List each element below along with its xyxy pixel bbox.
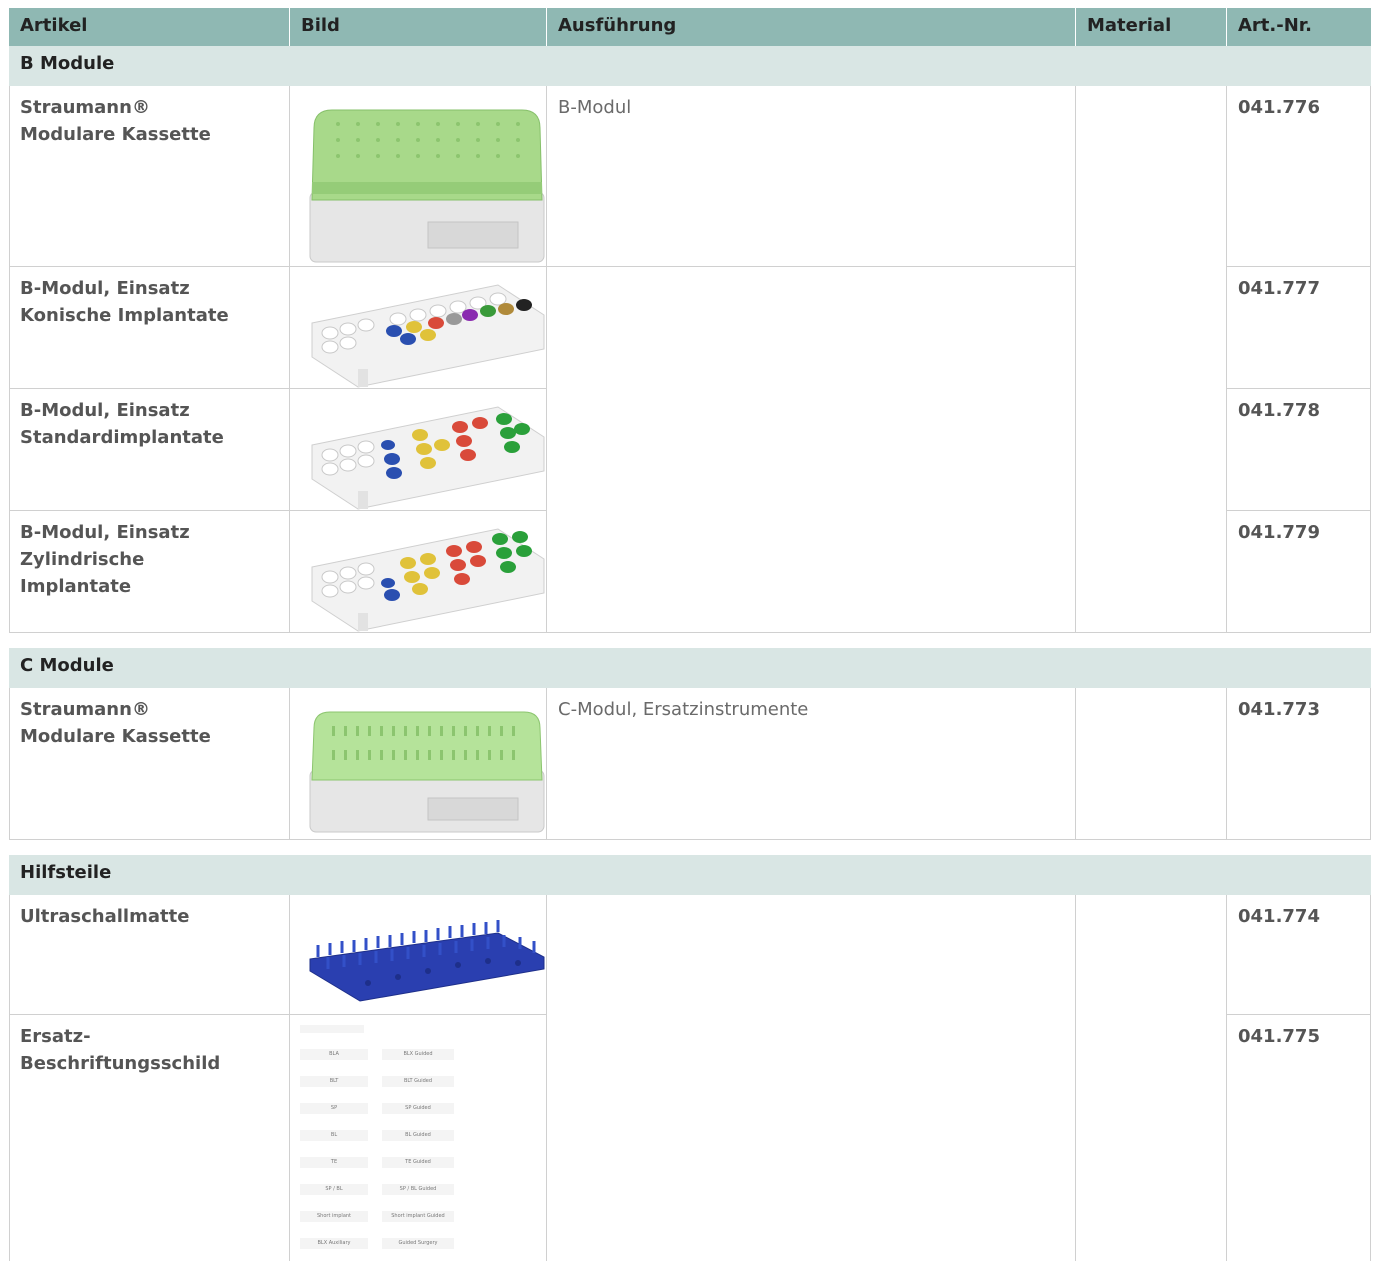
label-tag: BLT Guided: [382, 1076, 454, 1087]
label-tag: Guided Surgery: [382, 1238, 454, 1249]
section-title-b-module: B Module: [9, 46, 1371, 86]
ultrasonic-mat-image: [297, 905, 547, 1011]
table-row: B-Modul, Einsatz Konische Implantate 041…: [9, 267, 1371, 388]
section-title-c-module: C Module: [9, 648, 1371, 688]
label-tag: SP: [300, 1103, 368, 1114]
cassette-b-image: [297, 96, 547, 278]
artnr-cell: 041.779: [1238, 522, 1320, 543]
table-row: Straumann® Modulare Kassette C-Modul, Er…: [9, 688, 1371, 839]
label-sheet-image: BLA BLT SP BL TE SP / BL Short implant B…: [297, 1023, 547, 1249]
label-tag: BLT: [300, 1076, 368, 1087]
section-title-hilfsteile: Hilfsteile: [9, 855, 1371, 895]
label-sheet-right-column: BLX Guided BLT Guided SP Guided BL Guide…: [382, 1049, 454, 1265]
table-row: Ersatz-Beschriftungsschild BLA BLT SP BL…: [9, 1015, 1371, 1261]
label-tag: SP / BL Guided: [382, 1184, 454, 1195]
artikel-cell: Ersatz-Beschriftungsschild: [20, 1026, 221, 1074]
header-artikel: Artikel: [9, 8, 290, 46]
artikel-cell: Straumann® Modulare Kassette: [20, 699, 211, 747]
label-tag: TE Guided: [382, 1157, 454, 1168]
artikel-cell: B-Modul, Einsatz Zylindrische Implantate: [20, 522, 190, 597]
label-tag: BL Guided: [382, 1130, 454, 1141]
header-ausfuehrung: Ausführung: [547, 8, 1076, 46]
label-tag: BLX Guided: [382, 1049, 454, 1060]
ausfuehrung-cell: B-Modul: [558, 97, 632, 118]
insert-cylindrical-image: [297, 519, 547, 641]
table-row: Ultraschallmatte 041.774: [9, 895, 1371, 1014]
label-tag: TE: [300, 1157, 368, 1168]
header-bild: Bild: [290, 8, 547, 46]
artikel-cell: Straumann® Modulare Kassette: [20, 97, 211, 145]
artnr-cell: 041.776: [1238, 97, 1320, 118]
artnr-cell: 041.778: [1238, 400, 1320, 421]
header-artnr: Art.-Nr.: [1238, 15, 1312, 36]
label-tag: BLX Auxiliary: [300, 1238, 368, 1249]
artnr-cell: 041.777: [1238, 278, 1320, 299]
artnr-cell: 041.773: [1238, 699, 1320, 720]
section-b-body: Straumann® Modulare Kassette B-Modul 041…: [9, 86, 1371, 633]
label-tag: Short implant: [300, 1211, 368, 1222]
label-tag: BL: [300, 1130, 368, 1141]
label-sheet-left-column: BLA BLT SP BL TE SP / BL Short implant B…: [300, 1049, 368, 1265]
artnr-cell: 041.775: [1238, 1026, 1320, 1047]
insert-conical-image: [297, 275, 547, 397]
artnr-cell: 041.774: [1238, 906, 1320, 927]
insert-standard-image: [297, 397, 547, 519]
label-tag: SP Guided: [382, 1103, 454, 1114]
label-tag: BLA: [300, 1049, 368, 1060]
artikel-cell: Ultraschallmatte: [20, 906, 190, 927]
header-material: Material: [1076, 8, 1227, 46]
table-header: Artikel Bild Ausführung Material Art.-Nr…: [9, 8, 1371, 46]
cassette-c-image: [297, 698, 547, 844]
section-c-body: Straumann® Modulare Kassette C-Modul, Er…: [9, 688, 1371, 840]
table-row: B-Modul, Einsatz Standardimplantate 041.…: [9, 389, 1371, 510]
artikel-cell: B-Modul, Einsatz Konische Implantate: [20, 278, 229, 326]
label-tag: SP / BL: [300, 1184, 368, 1195]
label-tag: Short implant Guided: [382, 1211, 454, 1222]
ausfuehrung-cell: C-Modul, Ersatzinstrumente: [558, 699, 809, 720]
artikel-cell: B-Modul, Einsatz Standardimplantate: [20, 400, 224, 448]
table-row: Straumann® Modulare Kassette B-Modul 041…: [9, 86, 1371, 266]
table-row: B-Modul, Einsatz Zylindrische Implantate…: [9, 511, 1371, 632]
section-h-body: Ultraschallmatte 041.774 Ersatz-Beschrif…: [9, 895, 1371, 1261]
